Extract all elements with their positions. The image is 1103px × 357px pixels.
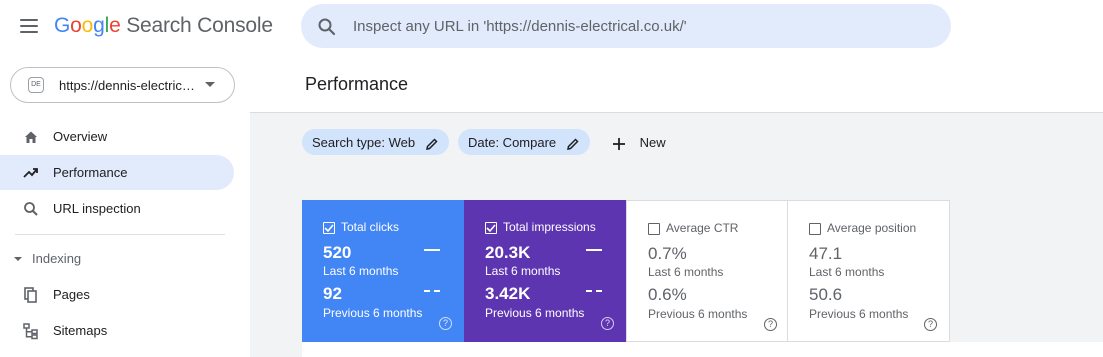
sidebar-item-performance[interactable]: Performance: [0, 155, 234, 190]
main-menu-button[interactable]: [18, 15, 40, 37]
sidebar-item-label: Overview: [53, 129, 108, 144]
search-input[interactable]: [353, 4, 933, 48]
metric-checkbox-unchecked[interactable]: [809, 223, 821, 235]
dropdown-caret-icon: [205, 82, 215, 87]
metric-value-current: 0.7%: [648, 244, 687, 263]
metric-period-previous: Previous 6 months: [809, 307, 909, 321]
filter-bar: Search type: Web Date: Compare New: [250, 113, 1103, 200]
logo-letter: o: [81, 14, 94, 37]
trending-up-icon: [23, 168, 38, 178]
sitemap-icon: [23, 323, 38, 340]
help-icon[interactable]: ?: [601, 317, 614, 330]
sidebar: DE https://dennis-electrical.co.uk/ Over…: [0, 52, 250, 357]
logo-letter: G: [54, 14, 71, 37]
top-bar: Google Search Console: [0, 0, 1103, 52]
menu-icon-line: [20, 31, 38, 33]
metric-value-previous: 92: [323, 284, 342, 303]
plus-icon: [613, 137, 625, 150]
metric-value-current: 47.1: [809, 244, 843, 263]
filter-chip-search-type[interactable]: Search type: Web: [302, 129, 449, 155]
checkmark-icon: [486, 224, 496, 233]
new-filter-button[interactable]: New: [608, 129, 670, 155]
metric-checkbox-checked[interactable]: [485, 222, 497, 234]
pages-icon: [24, 287, 37, 303]
metric-period-current: Last 6 months: [809, 265, 885, 279]
sidebar-item-label: Pages: [53, 287, 90, 302]
metric-value-previous: 0.6%: [648, 285, 687, 304]
metric-card-total-clicks[interactable]: Total clicks 520 Last 6 months 92 Previo…: [302, 200, 464, 342]
page-header: Performance: [250, 52, 1103, 113]
metric-checkbox-checked[interactable]: [323, 222, 335, 234]
metric-cards: Total clicks 520 Last 6 months 92 Previo…: [250, 200, 1103, 357]
logo-letter: o: [70, 14, 82, 37]
metric-card-average-position[interactable]: Average position 47.1 Last 6 months 50.6…: [787, 200, 950, 342]
url-inspection-search[interactable]: [301, 4, 951, 48]
sidebar-item-label: Performance: [53, 165, 128, 180]
sidebar-item-label: Sitemaps: [53, 323, 108, 338]
main-content: Performance Search type: Web Date: Compa…: [250, 52, 1103, 357]
menu-icon-line: [20, 19, 38, 21]
metric-period-previous: Previous 6 months: [485, 306, 585, 320]
metric-checkbox-unchecked[interactable]: [648, 223, 660, 235]
dashed-line-legend: [586, 290, 602, 292]
search-icon: [24, 202, 38, 216]
metric-title: Total impressions: [503, 220, 596, 234]
metric-value-previous: 3.42K: [485, 284, 531, 303]
filter-chip-date[interactable]: Date: Compare: [458, 129, 590, 155]
metric-period-current: Last 6 months: [648, 265, 724, 279]
property-favicon-icon: DE: [28, 77, 44, 93]
search-console-logo[interactable]: Google Search Console: [54, 14, 273, 38]
logo-letter: e: [109, 14, 121, 37]
metric-value-previous: 50.6: [809, 285, 843, 304]
sidebar-item-overview[interactable]: Overview: [0, 119, 234, 154]
logo-product-name: Search Console: [126, 14, 273, 37]
chart-panel-top: [302, 342, 1103, 357]
help-icon[interactable]: ?: [439, 317, 452, 330]
checkmark-icon: [324, 224, 334, 233]
metric-value-current: 520: [323, 243, 352, 262]
property-selector[interactable]: DE https://dennis-electrical.co.uk/: [10, 67, 235, 103]
metric-period-previous: Previous 6 months: [648, 307, 748, 321]
menu-icon-line: [20, 25, 38, 27]
sidebar-section-label: Indexing: [32, 251, 82, 266]
dashed-line-legend: [424, 290, 440, 292]
home-icon: [25, 131, 37, 143]
metric-period-current: Last 6 months: [485, 264, 561, 278]
edit-pencil-icon: [425, 138, 438, 150]
sidebar-item-pages[interactable]: Pages: [0, 277, 234, 312]
help-icon[interactable]: ?: [764, 318, 777, 331]
new-button-label: New: [639, 135, 666, 150]
sidebar-item-label: URL inspection: [53, 201, 141, 216]
solid-line-legend: [424, 249, 440, 251]
property-url: https://dennis-electrical.co.uk/: [59, 78, 199, 93]
search-icon: [318, 18, 336, 36]
chip-label: Date: Compare: [468, 135, 557, 150]
sidebar-item-sitemaps[interactable]: Sitemaps: [0, 313, 234, 348]
logo-letter: g: [93, 14, 105, 37]
metric-title: Average position: [827, 221, 917, 235]
metric-title: Average CTR: [666, 221, 739, 235]
page-title: Performance: [305, 74, 409, 94]
metric-period-previous: Previous 6 months: [323, 306, 423, 320]
metric-period-current: Last 6 months: [323, 264, 399, 278]
metric-value-current: 20.3K: [485, 243, 531, 262]
collapse-triangle-icon: [14, 257, 22, 261]
metric-card-average-ctr[interactable]: Average CTR 0.7% Last 6 months 0.6% Prev…: [626, 200, 788, 342]
edit-pencil-icon: [566, 138, 579, 150]
chip-label: Search type: Web: [312, 135, 416, 150]
help-icon[interactable]: ?: [924, 318, 937, 331]
sidebar-divider: [15, 234, 225, 235]
solid-line-legend: [586, 249, 602, 251]
sidebar-item-url-inspection[interactable]: URL inspection: [0, 191, 234, 226]
metric-title: Total clicks: [341, 220, 400, 234]
metric-card-total-impressions[interactable]: Total impressions 20.3K Last 6 months 3.…: [464, 200, 626, 342]
